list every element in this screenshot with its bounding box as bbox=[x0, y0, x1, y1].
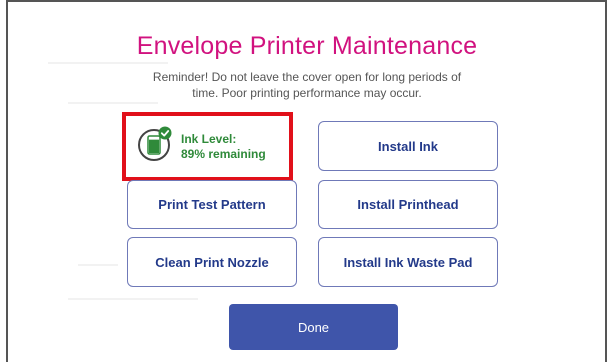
ink-cartridge-check-icon bbox=[138, 126, 172, 161]
reminder-text-line1: Reminder! Do not leave the cover open fo… bbox=[152, 70, 462, 84]
ink-level-status: Ink Level: 89% remaining bbox=[122, 112, 293, 181]
reminder-text-line2: time. Poor printing performance may occu… bbox=[192, 86, 422, 100]
install-ink-waste-pad-button[interactable]: Install Ink Waste Pad bbox=[318, 237, 498, 287]
background-ghost-line bbox=[48, 62, 168, 64]
print-test-pattern-button[interactable]: Print Test Pattern bbox=[127, 180, 297, 229]
background-ghost-line bbox=[68, 298, 198, 300]
install-printhead-button[interactable]: Install Printhead bbox=[318, 180, 498, 229]
install-ink-button[interactable]: Install Ink bbox=[318, 121, 498, 171]
background-ghost-line bbox=[68, 102, 158, 104]
ink-remaining-value: 89% remaining bbox=[181, 147, 266, 161]
background-ghost-line bbox=[78, 264, 118, 266]
done-button[interactable]: Done bbox=[229, 304, 398, 350]
page-title: Envelope Printer Maintenance bbox=[136, 32, 478, 60]
ink-level-label: Ink Level: bbox=[181, 132, 237, 146]
clean-print-nozzle-button[interactable]: Clean Print Nozzle bbox=[127, 237, 297, 287]
